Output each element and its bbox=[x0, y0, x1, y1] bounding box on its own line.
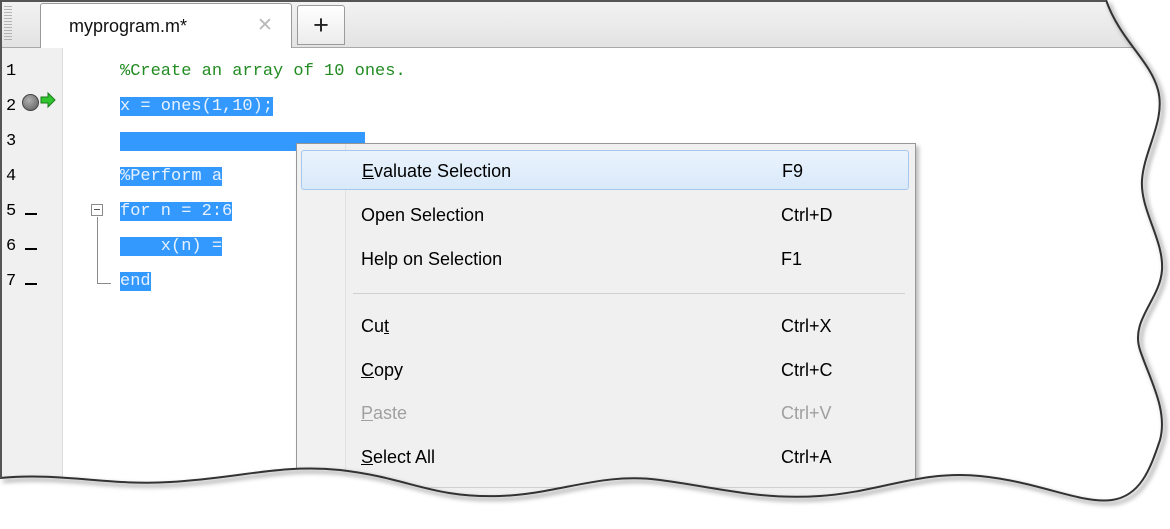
torn-edge-effect bbox=[0, 0, 1170, 529]
screenshot-stage: myprogram.m* ✕ + 1 2 3 4 5 6 7 %Create a… bbox=[0, 0, 1170, 529]
